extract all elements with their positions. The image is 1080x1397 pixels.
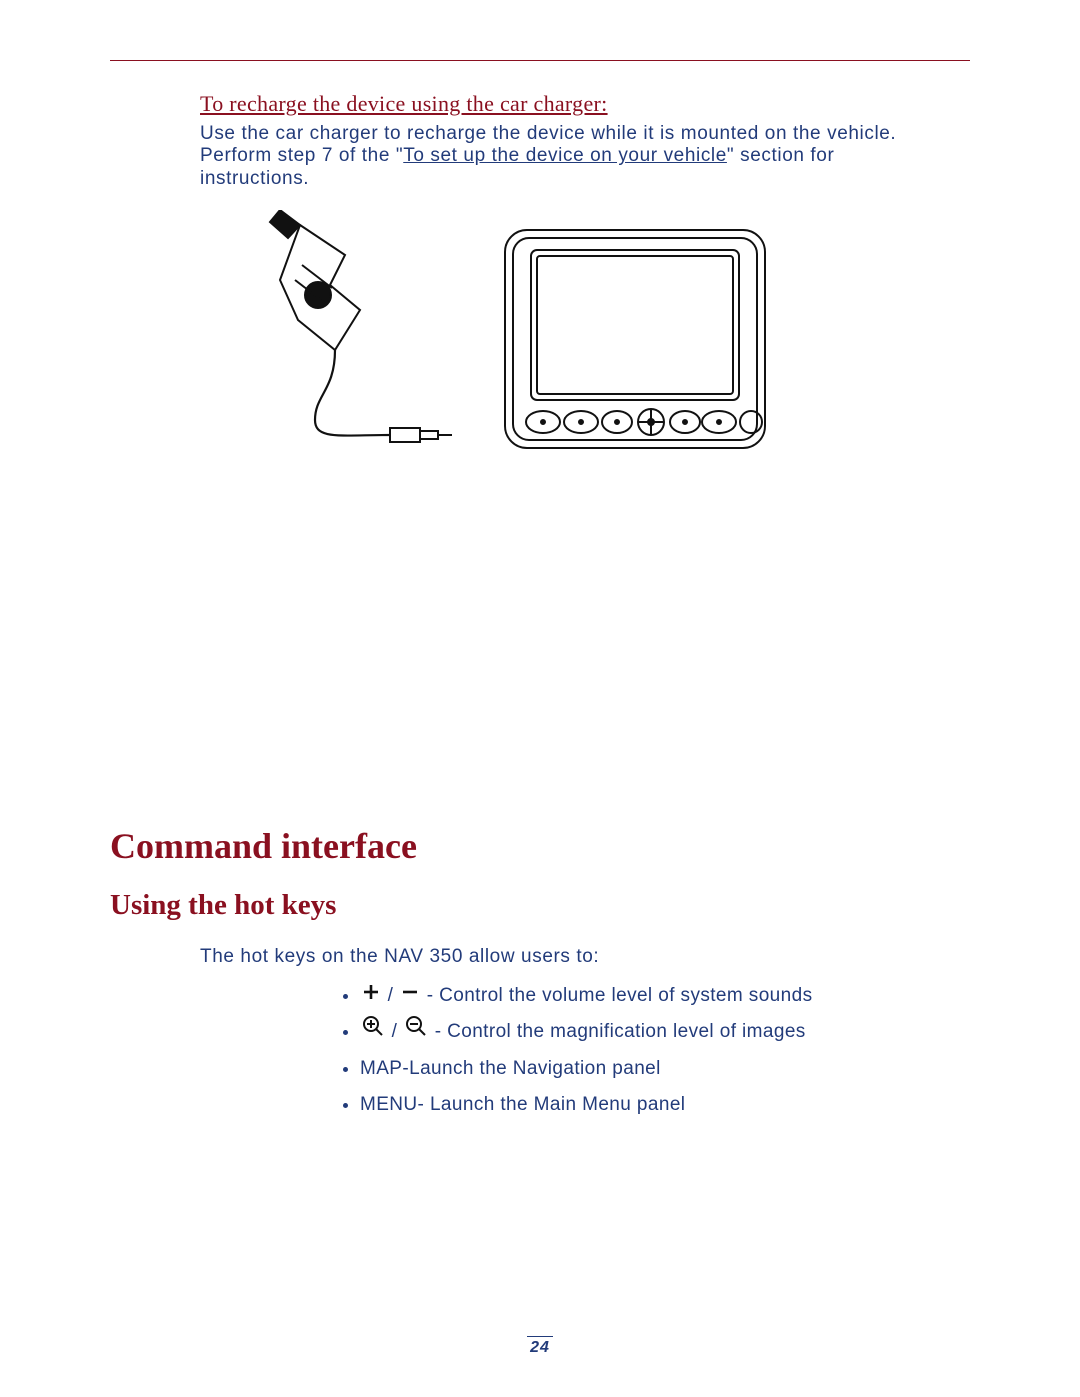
figure-row	[240, 210, 970, 465]
list-item: MAP-Launch the Navigation panel	[360, 1051, 970, 1087]
heading-using-hot-keys: Using the hot keys	[110, 889, 970, 922]
device-front-icon	[495, 220, 775, 465]
zoom-out-icon	[405, 1014, 427, 1050]
page-number-block: 24	[527, 1336, 553, 1357]
bullet-text: - Control the magnification level of ima…	[429, 1021, 806, 1042]
page-number-rule	[527, 1336, 553, 1337]
heading-command-interface: Command interface	[110, 825, 970, 867]
section-subheading: To recharge the device using the car cha…	[200, 91, 970, 117]
top-rule	[110, 60, 970, 61]
bullet-text: MAP-Launch the Navigation panel	[360, 1058, 661, 1079]
list-item: MENU- Launch the Main Menu panel	[360, 1087, 970, 1123]
list-item: / - Control the magnification level of i…	[360, 1014, 970, 1050]
sep-text: /	[382, 985, 399, 1006]
plus-icon	[362, 978, 380, 1014]
minus-icon	[401, 978, 419, 1014]
zoom-in-icon	[362, 1014, 384, 1050]
hotkeys-list: / - Control the volume level of system s…	[360, 978, 970, 1123]
sep-text: /	[386, 1021, 403, 1042]
bullet-text: MENU- Launch the Main Menu panel	[360, 1094, 685, 1115]
page-number: 24	[530, 1339, 550, 1356]
paragraph-link: To set up the device on your vehicle	[403, 145, 727, 166]
hotkeys-intro: The hot keys on the NAV 350 allow users …	[200, 946, 970, 968]
car-charger-icon	[240, 210, 465, 465]
list-item: / - Control the volume level of system s…	[360, 978, 970, 1014]
paragraph-recharge: Use the car charger to recharge the devi…	[200, 123, 930, 190]
bullet-text: - Control the volume level of system sou…	[421, 985, 812, 1006]
